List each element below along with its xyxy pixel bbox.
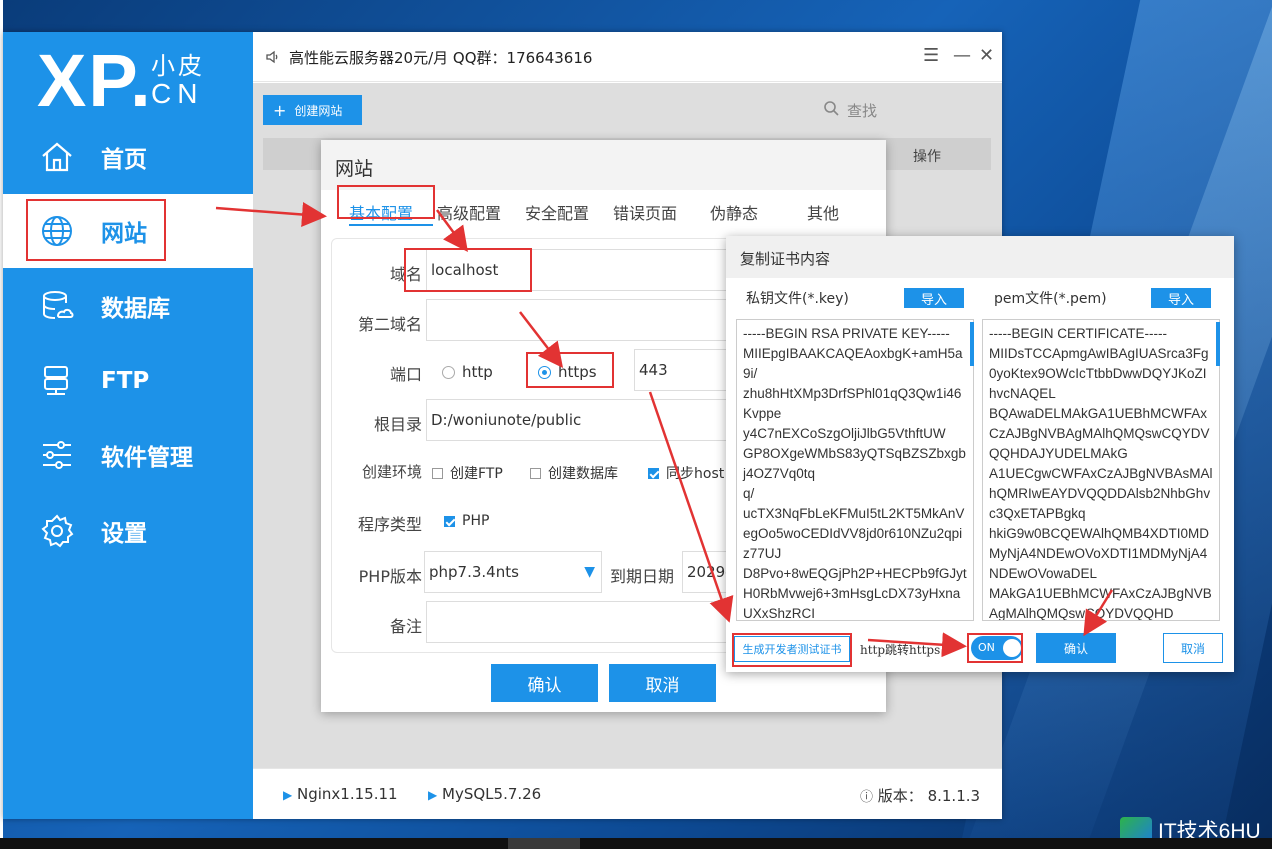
taskbar [0, 838, 1272, 849]
arrow-generate-to-toggle [867, 632, 967, 658]
arrow-tab-to-domain [435, 209, 468, 253]
annotation-arrows [215, 202, 1114, 658]
taskbar-active-app[interactable] [508, 838, 580, 849]
arrow-domain-to-https [519, 311, 564, 368]
arrow-website-to-tab [215, 202, 327, 227]
arrow-to-cert-ok [1083, 589, 1114, 637]
arrow-https-to-generate [648, 391, 734, 623]
